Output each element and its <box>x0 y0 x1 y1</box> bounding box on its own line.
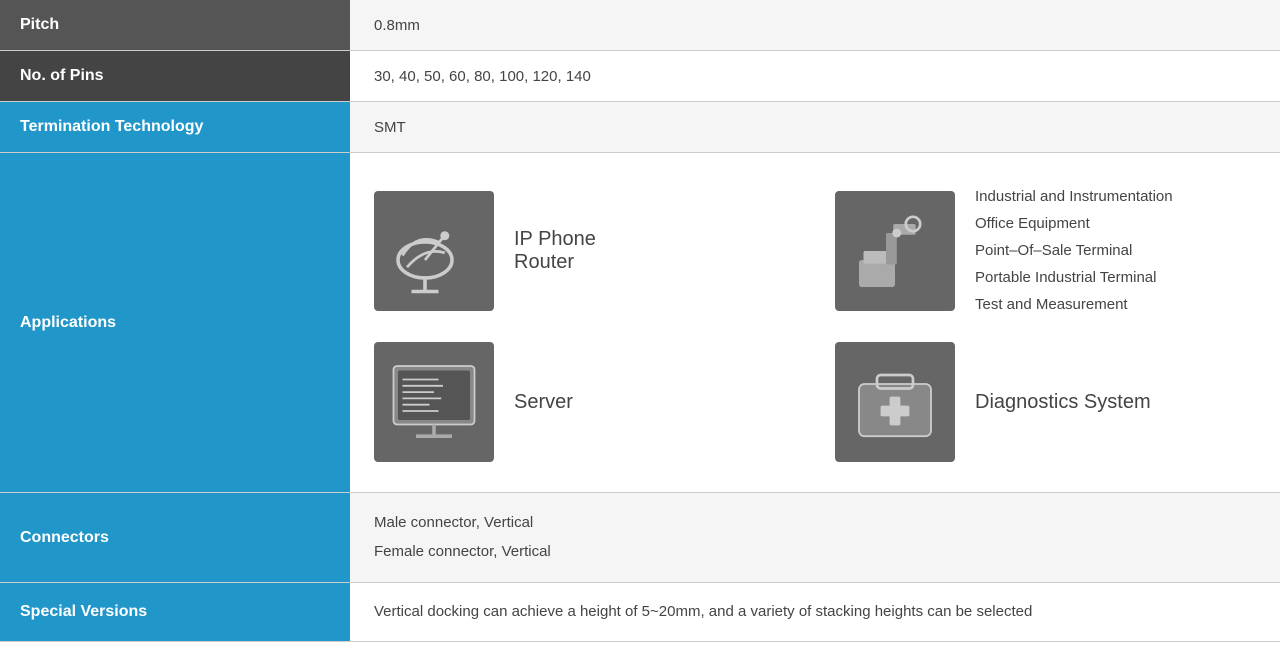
connector-line1: Male connector, Vertical <box>374 514 533 531</box>
connectors-row: Connectors Male connector, Vertical Fema… <box>0 493 1280 583</box>
special-value: Vertical docking can achieve a height of… <box>350 583 1280 642</box>
pins-value: 30, 40, 50, 60, 80, 100, 120, 140 <box>350 51 1280 102</box>
applications-row: Applications <box>0 153 1280 493</box>
connectors-value: Male connector, Vertical Female connecto… <box>350 493 1280 583</box>
satellite-dish-icon <box>374 191 494 311</box>
pins-row: No. of Pins 30, 40, 50, 60, 80, 100, 120… <box>0 51 1280 102</box>
diagnostics-icon <box>835 342 955 462</box>
termination-label: Termination Technology <box>0 102 350 153</box>
diagnostics-label: Diagnostics System <box>975 391 1151 414</box>
applications-label: Applications <box>0 153 350 493</box>
connectors-label: Connectors <box>0 493 350 583</box>
app-item-iphone: IP PhoneRouter <box>374 183 795 318</box>
connector-line2: Female connector, Vertical <box>374 543 551 560</box>
termination-row: Termination Technology SMT <box>0 102 1280 153</box>
pitch-value: 0.8mm <box>350 0 1280 51</box>
pins-label: No. of Pins <box>0 51 350 102</box>
applications-value: IP PhoneRouter <box>350 153 1280 493</box>
iphone-label: IP PhoneRouter <box>514 228 596 274</box>
special-label: Special Versions <box>0 583 350 642</box>
special-row: Special Versions Vertical docking can ac… <box>0 583 1280 642</box>
server-label: Server <box>514 391 573 414</box>
industrial-icon <box>835 191 955 311</box>
server-monitor-icon <box>374 342 494 462</box>
app-item-industrial: Industrial and Instrumentation Office Eq… <box>835 183 1256 318</box>
pitch-row: Pitch 0.8mm <box>0 0 1280 51</box>
industrial-list: Industrial and Instrumentation Office Eq… <box>975 183 1173 318</box>
pitch-label: Pitch <box>0 0 350 51</box>
app-item-diagnostics: Diagnostics System <box>835 342 1256 462</box>
app-item-server: Server <box>374 342 795 462</box>
apps-grid: IP PhoneRouter <box>374 183 1256 462</box>
termination-value: SMT <box>350 102 1280 153</box>
